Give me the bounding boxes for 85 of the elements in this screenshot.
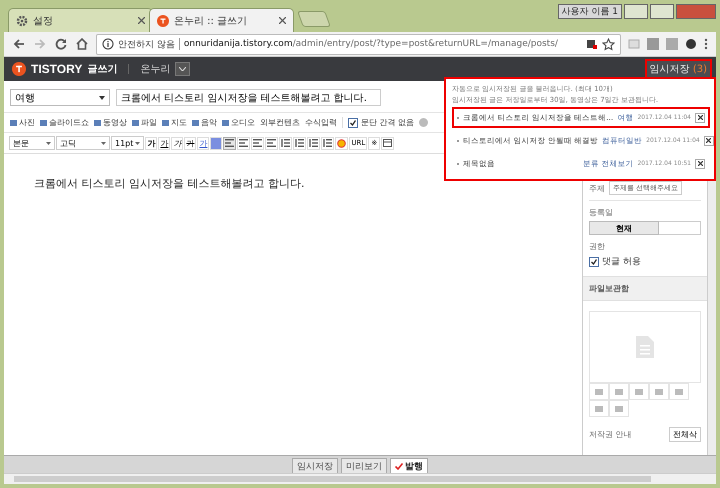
insert-tool[interactable]: 수식입력 [305,117,337,128]
address-bar[interactable]: 안전하지 않음 onnuridanija.tistory.com/admin/entry/post/?type=post&returnURL=/manage/posts/ [96,34,621,54]
title-field[interactable]: 크롬에서 티스토리 임시저장을 테스트해볼려고 합니다. [116,89,381,106]
close-icon[interactable] [279,17,286,24]
copyright-label: 저작권 안내 [589,429,632,440]
menu-icon[interactable] [704,38,708,50]
action-button[interactable]: 발행 [390,458,428,473]
table-button[interactable] [381,136,394,150]
minimize-button[interactable] [624,4,648,19]
check-icon [591,258,597,264]
url-text: onnuridanija.tistory.com/admin/entry/post/?type=post&returnURL=/manage/posts/ [184,39,558,49]
highlight-button[interactable] [210,136,222,150]
scrollbar[interactable] [4,473,716,484]
date-label: 등록일 [589,207,614,218]
gear-icon [16,14,28,26]
list-button[interactable] [307,136,320,150]
format-button[interactable]: 가 [184,136,196,150]
checkbox[interactable] [589,256,599,266]
emoticon-button[interactable] [335,136,348,150]
home-icon[interactable] [75,37,89,51]
delete-button[interactable] [695,112,705,122]
caret-icon [99,96,105,100]
align-button[interactable] [223,136,236,150]
tistory-logo[interactable]: TISTORY [31,62,82,76]
back-icon[interactable] [12,37,26,51]
date-option[interactable]: 현재 [589,221,659,235]
insert-tool[interactable]: 파일 [132,117,157,128]
reload-icon[interactable] [54,37,68,51]
action-button[interactable]: 임시저장 [292,458,338,473]
paragraph-spacing-toggle[interactable]: 문단 간격 없음 [342,117,414,128]
post-body-text[interactable]: 크롬에서 티스토리 임시저장을 테스트해볼려고 합니다. [34,176,552,191]
insert-tool[interactable]: 지도 [162,117,187,128]
document-icon [636,336,654,358]
category-select[interactable]: 여행 [10,89,110,106]
close-icon [698,115,702,120]
draft-button[interactable]: 임시저장 (3) [644,59,712,79]
dropdown-button[interactable] [175,62,190,76]
caret-icon [135,142,140,144]
close-icon[interactable] [138,17,145,24]
security-label: 안전하지 않음 [118,38,175,50]
size-select[interactable]: 11pt [111,136,144,150]
tistory-logo-icon [12,62,26,76]
puzzle-icon[interactable] [586,38,598,50]
list-button[interactable] [321,136,334,150]
copyright-select[interactable]: 전체삭 [669,427,701,442]
tab-title: 설정 [33,14,54,28]
insert-tool[interactable]: 사진 [10,117,35,128]
topic-label: 주제 [589,182,605,194]
insert-tool[interactable]: 외부컨텐츠 [260,117,300,128]
permission-label: 권한 [589,241,606,252]
list-button[interactable] [279,136,292,150]
format-button[interactable]: 가 [158,136,170,150]
font-select[interactable]: 고딕 [56,136,110,150]
blog-name[interactable]: 온누리 [140,62,170,76]
insert-tool[interactable]: 오디오 [222,117,255,128]
browser-tab[interactable]: 설정 [8,8,153,32]
close-icon [698,161,702,166]
file-box-title: 파일보관함 [589,284,629,293]
caret-icon [179,67,186,71]
format-button[interactable]: 가 [171,136,184,150]
check-icon [395,462,403,470]
format-button[interactable]: 가 [197,136,210,150]
format-button[interactable]: 가 [145,136,158,150]
action-button[interactable]: 미리보기 [341,458,387,473]
site-logo-icon [157,14,169,26]
delete-button[interactable] [704,136,714,146]
caret-icon [46,142,51,144]
comment-label: 댓글 허용 [602,256,641,268]
maximize-button[interactable] [650,4,674,19]
check-icon [350,120,356,126]
close-icon [706,138,712,143]
delete-button[interactable] [695,158,705,168]
insert-tool[interactable]: 음악 [192,117,217,128]
page-title: 글쓰기 [87,63,118,76]
caret-icon [101,142,106,144]
browser-tab[interactable]: 온누리 :: 글쓰기 [149,8,294,32]
insert-tool[interactable]: 슬라이드쇼 [40,117,89,128]
list-button[interactable] [293,136,306,150]
profile-name[interactable]: 사용자 이름 1 [558,4,622,19]
tab-title: 온누리 :: 글쓰기 [174,14,248,28]
style-select[interactable]: 본문 [9,136,55,150]
extension-icon[interactable] [685,38,697,50]
star-icon[interactable] [602,38,615,50]
insert-tool[interactable]: 동영상 [94,117,127,128]
info-icon [102,38,114,50]
